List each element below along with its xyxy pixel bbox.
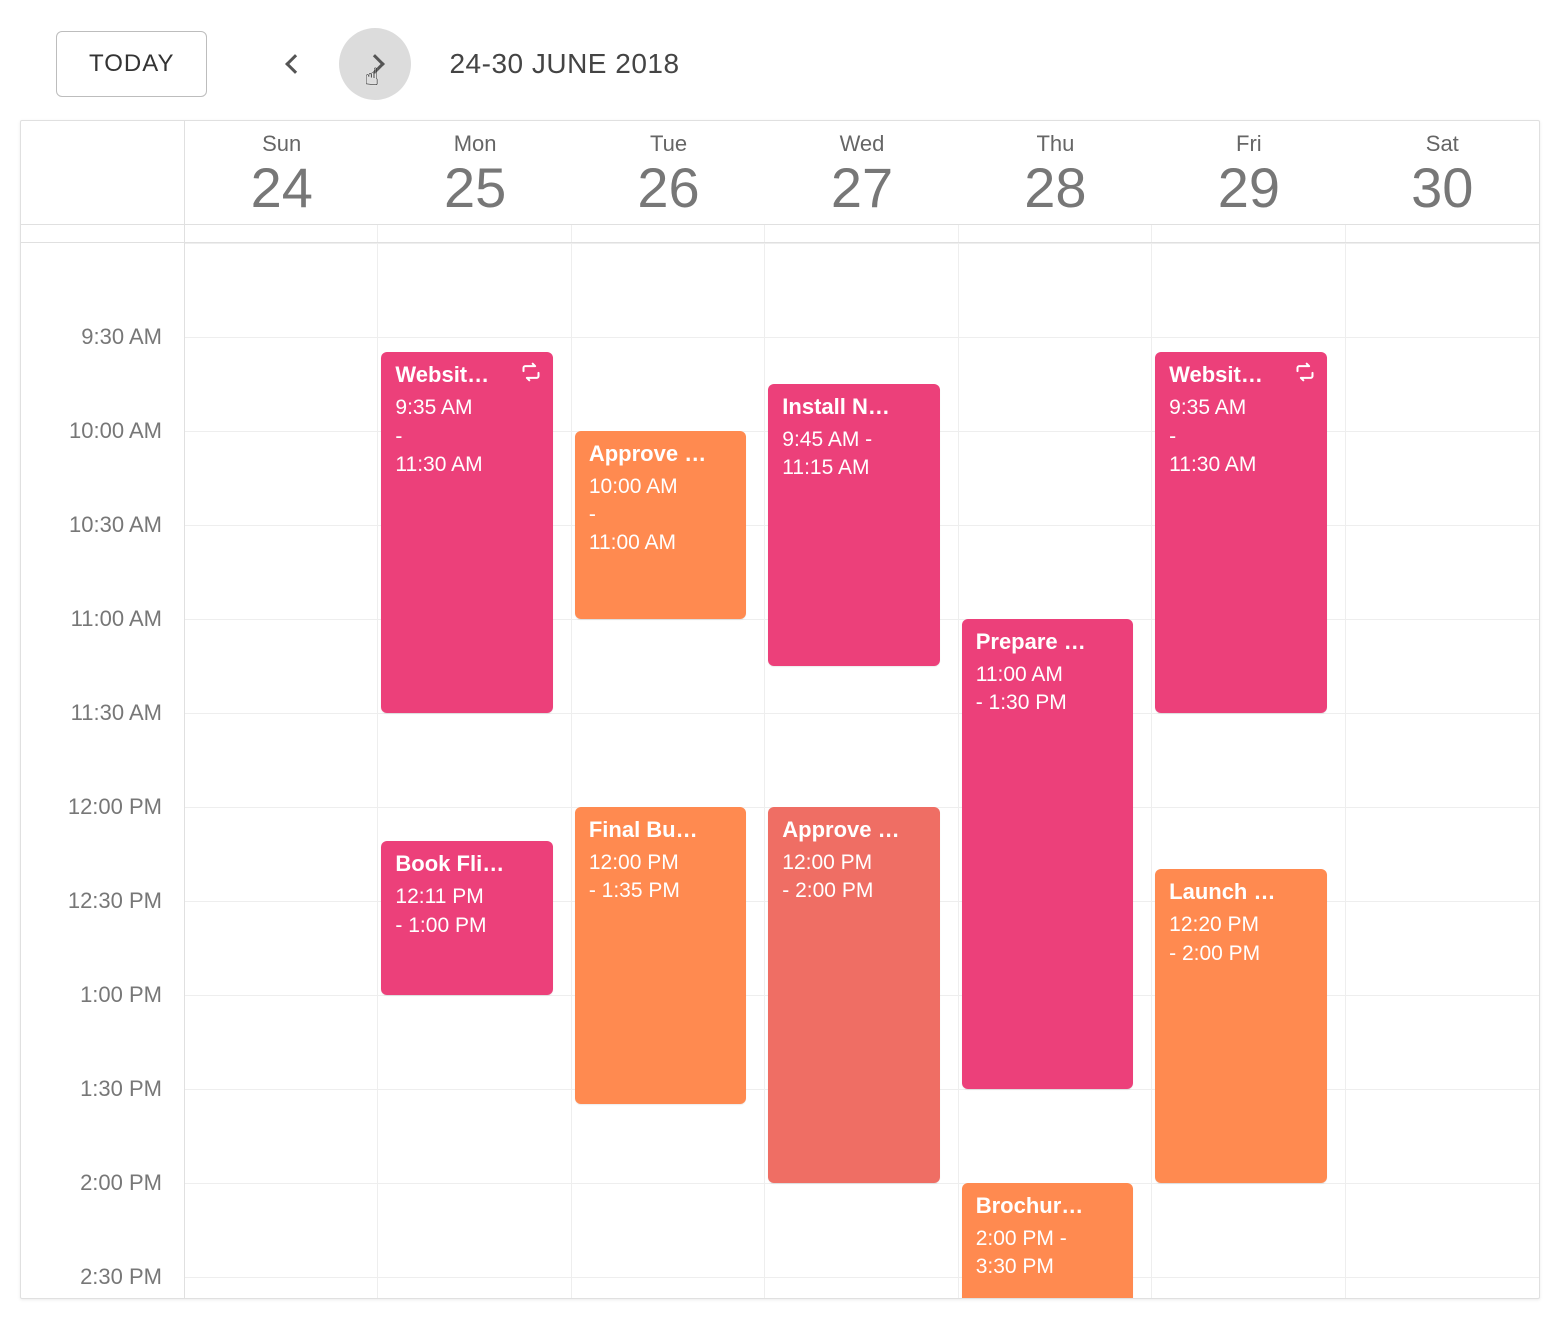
time-gutter: 9:30 AM 10:00 AM 10:30 AM 11:00 AM 11:30 AM 1… bbox=[21, 243, 185, 1298]
event-times: 9:45 AM -11:15 AM bbox=[782, 426, 925, 483]
time-label: 1:30 PM bbox=[80, 1076, 162, 1102]
calendar-body: 9:30 AM 10:00 AM 10:30 AM 11:00 AM 11:30 AM 1… bbox=[21, 243, 1539, 1298]
event-times: 12:00 PM - 1:35 PM bbox=[589, 849, 732, 906]
event-title: Final Bud… bbox=[589, 817, 732, 843]
event[interactable]: Install Ne… 9:45 AM -11:15 AM bbox=[768, 384, 939, 666]
chevron-right-icon bbox=[366, 54, 386, 74]
time-grid[interactable]: Websit… 9:35 AM-11:30 AM Book Flig… 12:11 P… bbox=[185, 243, 1539, 1298]
event-times: 2:00 PM -3:30 PM bbox=[976, 1225, 1119, 1282]
event[interactable]: Prepare 2… 11:00 AM - 1:30 PM bbox=[962, 619, 1133, 1089]
time-label: 12:30 PM bbox=[68, 888, 162, 914]
chevron-left-icon bbox=[286, 54, 306, 74]
day-header[interactable]: Mon25 bbox=[378, 121, 571, 224]
prev-week-button[interactable] bbox=[259, 28, 331, 100]
today-button[interactable]: TODAY bbox=[56, 31, 207, 97]
event-times: 10:00 AM-11:00 AM bbox=[589, 473, 732, 558]
event-title: Launch N… bbox=[1169, 879, 1312, 905]
event-title: Approve … bbox=[782, 817, 925, 843]
time-label: 12:00 PM bbox=[68, 794, 162, 820]
date-range-label: 24-30 JUNE 2018 bbox=[449, 48, 679, 80]
event-times: 12:00 PM - 2:00 PM bbox=[782, 849, 925, 906]
event[interactable]: Launch N… 12:20 PM - 2:00 PM bbox=[1155, 869, 1326, 1182]
week-nav: ☝︎ bbox=[259, 28, 411, 100]
event-title: Websit… bbox=[1169, 362, 1312, 388]
time-label: 11:00 AM bbox=[71, 606, 162, 632]
time-gutter-header bbox=[21, 121, 185, 224]
repeat-icon bbox=[1295, 362, 1315, 387]
event[interactable]: Book Flig… 12:11 PM - 1:00 PM bbox=[381, 841, 552, 995]
event-title: Approve … bbox=[589, 441, 732, 467]
time-label: 1:00 PM bbox=[80, 982, 162, 1008]
day-header[interactable]: Sun24 bbox=[185, 121, 378, 224]
repeat-icon bbox=[521, 362, 541, 387]
event-title: Install Ne… bbox=[782, 394, 925, 420]
day-header[interactable]: Tue26 bbox=[572, 121, 765, 224]
event-times: 9:35 AM-11:30 AM bbox=[1169, 394, 1312, 479]
next-week-button[interactable]: ☝︎ bbox=[339, 28, 411, 100]
allday-row bbox=[21, 225, 1539, 243]
event[interactable]: Brochure… 2:00 PM -3:30 PM bbox=[962, 1183, 1133, 1299]
event-times: 12:20 PM - 2:00 PM bbox=[1169, 911, 1312, 968]
event-title: Book Flig… bbox=[395, 851, 538, 877]
day-header[interactable]: Fri29 bbox=[1152, 121, 1345, 224]
event[interactable]: Approve … 10:00 AM-11:00 AM bbox=[575, 431, 746, 619]
event-title: Brochure… bbox=[976, 1193, 1119, 1219]
day-header-row: Sun24 Mon25 Tue26 Wed27 Thu28 Fri29 Sat3… bbox=[21, 121, 1539, 225]
day-header[interactable]: Sat30 bbox=[1346, 121, 1539, 224]
toolbar: TODAY ☝︎ 24-30 JUNE 2018 bbox=[20, 24, 1540, 120]
event-title: Prepare 2… bbox=[976, 629, 1119, 655]
time-label: 2:30 PM bbox=[80, 1264, 162, 1290]
time-label: 2:00 PM bbox=[80, 1170, 162, 1196]
events-layer: Websit… 9:35 AM-11:30 AM Book Flig… 12:11 P… bbox=[185, 243, 1539, 1298]
event[interactable]: Approve … 12:00 PM - 2:00 PM bbox=[768, 807, 939, 1183]
time-label: 10:00 AM bbox=[69, 418, 162, 444]
calendar-app: TODAY ☝︎ 24-30 JUNE 2018 Sun24 Mon25 Tue… bbox=[0, 0, 1560, 1340]
event-times: 12:11 PM - 1:00 PM bbox=[395, 883, 538, 940]
event-title: Websit… bbox=[395, 362, 538, 388]
time-label: 11:30 AM bbox=[71, 700, 162, 726]
event-times: 11:00 AM - 1:30 PM bbox=[976, 661, 1119, 718]
time-label: 9:30 AM bbox=[81, 324, 162, 350]
event[interactable]: Final Bud… 12:00 PM - 1:35 PM bbox=[575, 807, 746, 1105]
day-header[interactable]: Wed27 bbox=[765, 121, 958, 224]
event[interactable]: Websit… 9:35 AM-11:30 AM bbox=[1155, 352, 1326, 712]
calendar: Sun24 Mon25 Tue26 Wed27 Thu28 Fri29 Sat3… bbox=[20, 120, 1540, 1299]
event[interactable]: Websit… 9:35 AM-11:30 AM bbox=[381, 352, 552, 712]
time-label: 10:30 AM bbox=[69, 512, 162, 538]
day-header[interactable]: Thu28 bbox=[959, 121, 1152, 224]
event-times: 9:35 AM-11:30 AM bbox=[395, 394, 538, 479]
